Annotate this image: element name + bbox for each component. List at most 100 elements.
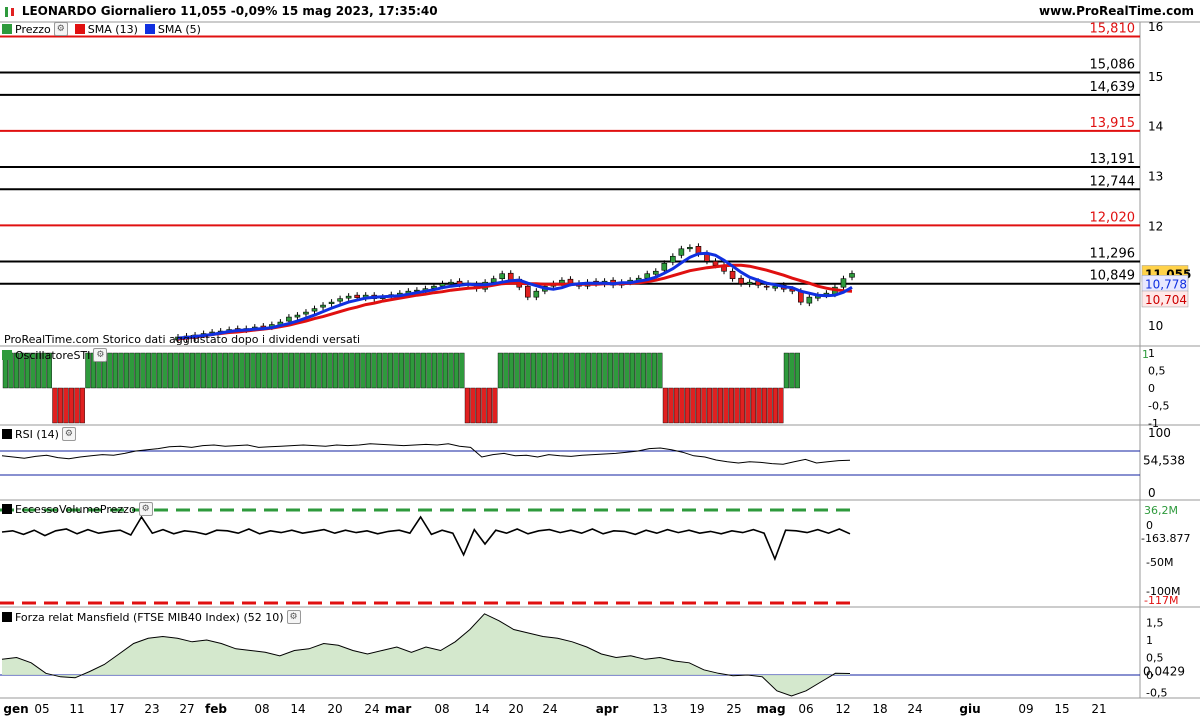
- osc-bar: [794, 352, 800, 389]
- osc-bar: [651, 352, 657, 389]
- x-axis-tick: 11: [69, 702, 84, 716]
- osc-bar: [338, 352, 344, 389]
- x-axis-tick: 08: [434, 702, 449, 716]
- osc-bar: [277, 352, 283, 389]
- price-axis-tick: 10: [1148, 319, 1163, 333]
- candle-icon: [2, 6, 18, 18]
- price-swatch-icon: [2, 24, 12, 34]
- osc-bar: [448, 352, 454, 389]
- wrench-icon[interactable]: ⚙: [138, 502, 153, 516]
- price-axis-tick: 12: [1148, 219, 1163, 233]
- osc-bar: [52, 387, 58, 424]
- candle-body: [687, 247, 693, 250]
- x-axis-tick: 14: [290, 702, 305, 716]
- price-axis-tick: 16: [1148, 20, 1163, 34]
- osc-bar: [679, 387, 685, 424]
- osc-bar: [349, 352, 355, 389]
- x-axis-tick: 05: [34, 702, 49, 716]
- osc-bar: [563, 352, 569, 389]
- osc-bar: [497, 352, 503, 389]
- x-axis-tick: 25: [726, 702, 741, 716]
- osc-bar: [514, 352, 520, 389]
- horizontal-level-label: 11,296: [1090, 246, 1136, 261]
- candle-body: [567, 278, 574, 284]
- osc-bar: [662, 387, 668, 424]
- x-axis-tick: mar: [385, 702, 412, 716]
- mansfield-area: [2, 613, 850, 696]
- evp-value-label: 36,2M: [1144, 504, 1178, 517]
- horizontal-level-label: 13,915: [1090, 116, 1136, 131]
- osc-bar: [690, 387, 696, 424]
- osc-swatch-icon: [2, 350, 12, 360]
- osc-bar: [107, 352, 113, 389]
- candle-body: [337, 298, 343, 302]
- osc-bar: [387, 352, 393, 389]
- x-axis-tick: 23: [144, 702, 159, 716]
- osc-bar: [195, 352, 201, 389]
- x-axis-tick: apr: [596, 702, 619, 716]
- rsi-swatch-icon: [2, 429, 12, 439]
- wrench-icon[interactable]: ⚙: [93, 348, 108, 362]
- mansfield-axis-tick: 1: [1146, 634, 1153, 647]
- x-axis-tick: 08: [254, 702, 269, 716]
- osc-bar: [657, 352, 663, 389]
- rsi-axis-tick: 0: [1148, 486, 1156, 500]
- candle-body: [670, 255, 676, 263]
- osc-bar: [343, 352, 349, 389]
- osc-bar: [475, 387, 481, 424]
- rsi-value-label: 54,538: [1143, 453, 1185, 467]
- wrench-icon[interactable]: ⚙: [286, 610, 301, 624]
- osc-bar: [332, 352, 338, 389]
- rsi-legend: RSI (14) ⚙: [2, 427, 76, 441]
- osc-bar: [365, 352, 371, 389]
- osc-bar: [129, 352, 135, 389]
- osc-bar: [250, 352, 256, 389]
- osc-bar: [162, 352, 168, 389]
- osc-bar: [299, 352, 305, 389]
- osc-bar: [723, 387, 729, 424]
- osc-bar: [360, 352, 366, 389]
- horizontal-level-label: 15,086: [1090, 58, 1136, 73]
- wrench-icon[interactable]: ⚙: [61, 427, 76, 441]
- candle-body: [294, 314, 301, 318]
- osc-bar: [316, 352, 322, 389]
- price-legend: Prezzo ⚙ SMA (13) SMA (5): [2, 22, 201, 36]
- horizontal-level-label: 12,744: [1090, 174, 1136, 189]
- osc-bar: [530, 352, 536, 389]
- mansfield-legend: Forza relat Mansfield (FTSE MIB40 Index)…: [2, 610, 301, 624]
- horizontal-level-label: 13,191: [1090, 152, 1136, 167]
- price-axis-tick: 14: [1148, 120, 1163, 134]
- x-axis-tick: 27: [179, 702, 194, 716]
- wrench-icon[interactable]: ⚙: [53, 22, 68, 36]
- horizontal-level-label: 14,639: [1090, 80, 1136, 95]
- osc-bar: [503, 352, 509, 389]
- osc-bar: [459, 352, 465, 389]
- site-link[interactable]: www.ProRealTime.com: [1039, 0, 1194, 22]
- candle-body: [738, 277, 744, 284]
- evp-title: EccessoVolumePrezzo: [15, 502, 136, 516]
- x-axis-tick: 12: [835, 702, 850, 716]
- osc-bar: [354, 352, 360, 389]
- price-legend-label: Prezzo: [15, 22, 51, 36]
- osc-bar: [519, 352, 525, 389]
- osc-bar: [492, 387, 498, 424]
- osc-title: OscillatoreSTI: [15, 348, 91, 362]
- osc-bar: [57, 387, 63, 424]
- candle-body: [286, 316, 292, 322]
- osc-bar: [591, 352, 597, 389]
- rsi-axis-tick: 100: [1148, 426, 1171, 440]
- osc-bar: [574, 352, 580, 389]
- x-axis-tick: 21: [1091, 702, 1106, 716]
- osc-bar: [767, 387, 773, 424]
- osc-bar: [294, 352, 300, 389]
- osc-bar: [145, 352, 151, 389]
- x-axis-tick: 24: [364, 702, 379, 716]
- evp-legend: EccessoVolumePrezzo ⚙: [2, 502, 153, 516]
- osc-bar: [640, 352, 646, 389]
- candle-body: [840, 278, 847, 288]
- osc-bar: [123, 352, 129, 389]
- mansfield-swatch-icon: [2, 612, 12, 622]
- candle-body: [849, 273, 855, 278]
- osc-bar: [470, 387, 476, 424]
- candle-body: [345, 295, 352, 299]
